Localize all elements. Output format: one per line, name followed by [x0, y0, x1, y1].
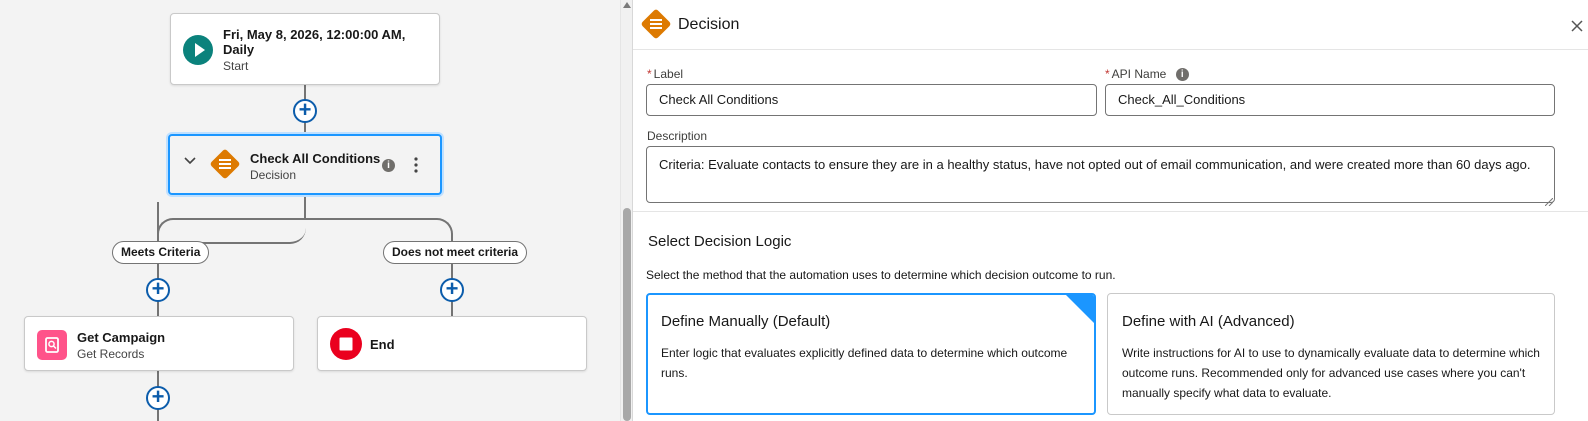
label-text: Label: [653, 67, 684, 81]
decision-node-title: Check All Conditions: [250, 151, 381, 166]
panel-scrollbar[interactable]: [620, 0, 632, 421]
start-node-subtitle: Start: [223, 59, 249, 73]
resize-handle-icon[interactable]: [1544, 193, 1554, 207]
start-node[interactable]: Fri, May 8, 2026, 12:00:00 AM, Daily Sta…: [170, 13, 440, 85]
decision-node-subtitle: Decision: [250, 168, 297, 182]
get-records-node-title: Get Campaign: [77, 330, 166, 345]
api-name-text: API Name: [1111, 67, 1167, 81]
add-element-button[interactable]: +: [146, 386, 170, 410]
branch-label-meets[interactable]: Meets Criteria: [112, 241, 210, 264]
option-define-manually[interactable]: Define Manually (Default) Enter logic th…: [646, 293, 1096, 415]
properties-panel: Decision * Label Check All Conditions * AP…: [632, 0, 1588, 421]
panel-header: Decision: [633, 0, 1588, 50]
add-element-button[interactable]: +: [293, 99, 317, 123]
start-node-title: Fri, May 8, 2026, 12:00:00 AM, Daily: [223, 27, 406, 57]
add-element-button[interactable]: +: [440, 278, 464, 302]
option-description: Enter logic that evaluates explicitly de…: [661, 346, 1068, 380]
close-icon[interactable]: [1571, 19, 1583, 32]
label-input[interactable]: Check All Conditions: [646, 84, 1097, 116]
decision-node[interactable]: Check All Conditions Decision i: [168, 134, 442, 195]
decision-icon: [639, 7, 673, 41]
stop-icon: [330, 328, 362, 360]
info-icon[interactable]: i: [1175, 68, 1189, 82]
play-icon: [183, 35, 213, 65]
get-records-node[interactable]: Get Campaign Get Records: [24, 316, 294, 371]
end-node-title: End: [370, 337, 395, 352]
selected-corner-icon: [1066, 295, 1094, 323]
decision-logic-help: Select the method that the automation us…: [646, 268, 1116, 282]
required-asterisk: *: [647, 67, 652, 81]
option-title: Define Manually (Default): [661, 313, 831, 330]
add-element-button[interactable]: +: [146, 278, 170, 302]
branch-label-not-meets[interactable]: Does not meet criteria: [383, 241, 528, 264]
get-records-icon: [37, 330, 67, 360]
decision-icon: [209, 148, 241, 180]
required-asterisk: *: [1105, 67, 1110, 81]
option-define-with-ai[interactable]: Define with AI (Advanced) Write instruct…: [1107, 293, 1555, 415]
end-node[interactable]: End: [317, 316, 587, 371]
flow-canvas[interactable]: Fri, May 8, 2026, 12:00:00 AM, Daily Sta…: [0, 0, 620, 421]
option-description: Write instructions for AI to use to dyna…: [1122, 346, 1540, 400]
label-field-label: * Label: [647, 67, 683, 81]
info-icon[interactable]: i: [382, 159, 395, 172]
description-field-label: Description: [647, 129, 708, 143]
scroll-up-arrow-icon[interactable]: [623, 2, 631, 8]
option-title: Define with AI (Advanced): [1122, 313, 1295, 330]
more-actions-icon[interactable]: [410, 156, 422, 174]
api-name-input[interactable]: Check_All_Conditions: [1105, 84, 1555, 116]
section-divider: [633, 211, 1588, 212]
api-name-field-label: * API Name i: [1105, 67, 1189, 82]
panel-title: Decision: [678, 16, 740, 33]
chevron-down-icon[interactable]: [183, 154, 197, 168]
decision-logic-heading: Select Decision Logic: [648, 233, 792, 250]
get-records-node-subtitle: Get Records: [77, 347, 145, 361]
scrollbar-thumb[interactable]: [623, 208, 631, 421]
description-textarea[interactable]: Criteria: Evaluate contacts to ensure th…: [646, 146, 1555, 203]
